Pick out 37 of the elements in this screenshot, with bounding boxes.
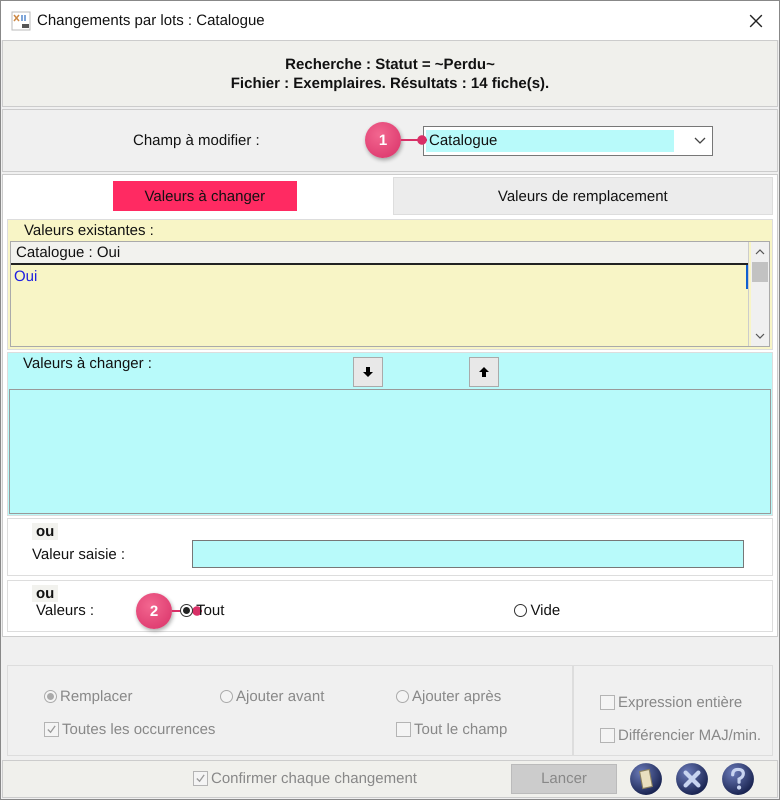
- scrollbar[interactable]: [751, 242, 769, 346]
- summary-text: Fichier : Exemplaires. Résultats : 14 fiche(s).: [230, 74, 550, 93]
- field-label: Valeur saisie :: [32, 546, 126, 563]
- scroll-up-icon: [755, 249, 765, 256]
- field-label: Champ à modifier :: [133, 132, 260, 150]
- callout-badge: 2: [136, 593, 172, 630]
- scroll-thumb[interactable]: [752, 262, 768, 282]
- check-icon: [46, 724, 57, 736]
- page-icon: [629, 762, 663, 796]
- field-dropdown[interactable]: Catalogue: [423, 126, 713, 156]
- value-input[interactable]: [192, 540, 744, 568]
- page-button[interactable]: [629, 762, 663, 796]
- up-arrow-icon: [479, 367, 489, 378]
- app-icon: [11, 10, 31, 30]
- panel-label: Valeurs existantes :: [23, 221, 155, 242]
- close-icon: [675, 762, 709, 796]
- scroll-down-icon: [755, 333, 765, 340]
- tab[interactable]: Valeurs de remplacement: [392, 177, 773, 216]
- move-down-button[interactable]: [353, 357, 383, 388]
- summary-text: Recherche : Statut = ~Perdu~: [285, 54, 495, 74]
- tab[interactable]: Valeurs à changer: [113, 181, 297, 212]
- or-label: ou: [32, 523, 58, 540]
- radio-option[interactable]: Vide: [514, 602, 560, 620]
- callout-badge: 1: [365, 122, 401, 158]
- close-icon: [749, 14, 763, 28]
- caret-icon: [694, 136, 706, 145]
- window-title: Changements par lots : Catalogue: [37, 12, 266, 29]
- field-label: Valeurs :: [35, 602, 94, 620]
- or-label: ou: [32, 585, 58, 602]
- list-item[interactable]: Oui: [11, 265, 748, 290]
- move-up-button[interactable]: [469, 357, 499, 388]
- check-icon: [195, 773, 206, 784]
- help-button[interactable]: [721, 762, 755, 796]
- down-arrow-icon: [363, 367, 373, 378]
- help-icon: [721, 762, 755, 796]
- close-button[interactable]: [675, 762, 709, 796]
- column-header: Catalogue : Oui: [11, 242, 748, 266]
